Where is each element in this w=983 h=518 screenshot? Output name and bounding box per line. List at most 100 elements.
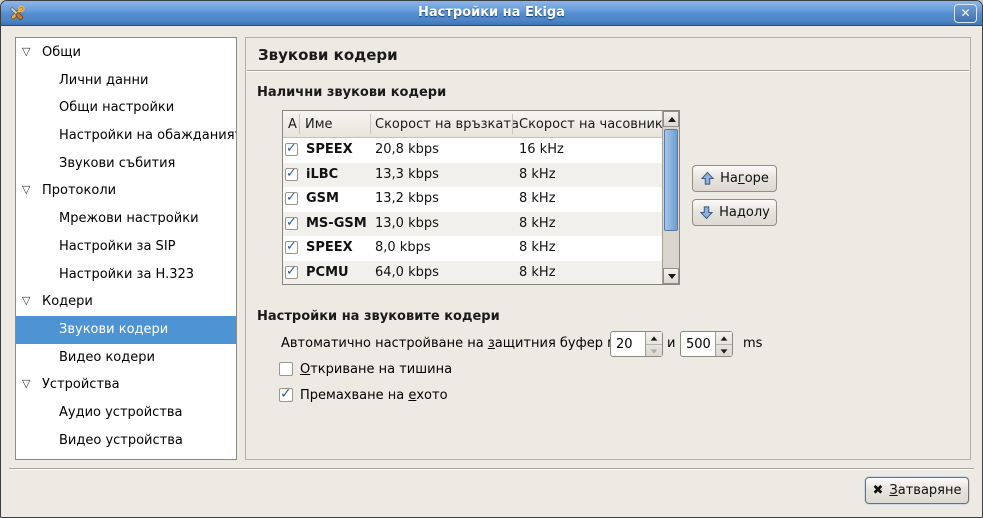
scroll-down-button[interactable] [663, 268, 679, 284]
codec-name: GSM [306, 191, 339, 206]
expander-icon[interactable]: ▽ [22, 377, 30, 391]
tree-item-zvukovi-sabitiya[interactable]: Звукови събития [16, 150, 236, 178]
buffer-min-input[interactable] [611, 332, 645, 356]
audio-codecs-page: Звукови кодери Налични звукови кодери A … [245, 37, 971, 460]
codec-clockrate: 8 kHz [519, 167, 556, 182]
footer-separator [9, 468, 974, 470]
tree-item-label: Кодери [42, 294, 93, 309]
codec-table-header: A Име Скорост на връзката Скорост на час… [283, 111, 663, 138]
tree-item-video-ustroystva[interactable]: Видео устройства [16, 427, 236, 455]
codec-bitrate: 20,8 kbps [375, 142, 439, 157]
tree-item-label: Звукови събития [59, 156, 175, 171]
window-close-button[interactable]: ✕ [954, 4, 977, 23]
spin-down-button[interactable] [716, 344, 732, 356]
column-divider [512, 114, 513, 134]
codec-row[interactable]: SPEEX 20,8 kbps 16 kHz [283, 138, 663, 163]
codec-name: iLBC [306, 167, 338, 182]
tree-item-video-koderi[interactable]: Видео кодери [16, 344, 236, 372]
spin-up-button[interactable] [646, 332, 662, 344]
move-up-button[interactable]: Нагоре [692, 165, 777, 192]
codec-enabled-checkbox[interactable] [285, 168, 298, 181]
codec-table-body: SPEEX 20,8 kbps 16 kHz iLBC 13,3 kbps 8 … [283, 138, 663, 284]
codec-row[interactable]: GSM 13,2 kbps 8 kHz [283, 187, 663, 212]
tree-item-label: Устройства [42, 377, 120, 392]
column-header-clockrate[interactable]: Скорост на часовника [519, 117, 671, 132]
codec-enabled-checkbox[interactable] [285, 266, 298, 279]
codec-clockrate: 8 kHz [519, 191, 556, 206]
spin-buttons [715, 332, 732, 356]
codec-name: MS-GSM [306, 216, 367, 231]
expander-icon[interactable]: ▽ [22, 183, 30, 197]
close-icon: ✕ [960, 6, 970, 20]
move-down-button[interactable]: Надолу [692, 199, 777, 226]
codec-clockrate: 8 kHz [519, 240, 556, 255]
tree-item-label: Настройки за SIP [59, 239, 176, 254]
echo-cancellation-checkbox[interactable] [279, 388, 293, 402]
tree-item-obshti[interactable]: ▽ Общи [16, 39, 236, 67]
window-title: Настройки на Ekiga [1, 5, 982, 20]
down-arrow-icon [699, 205, 714, 220]
codec-name: PCMU [306, 265, 349, 280]
table-scrollbar[interactable] [662, 111, 679, 284]
up-arrow-icon [700, 171, 715, 186]
titlebar[interactable]: Настройки на Ekiga ✕ [1, 1, 982, 26]
codec-bitrate: 64,0 kbps [375, 265, 439, 280]
column-divider [299, 114, 300, 134]
codec-row[interactable]: iLBC 13,3 kbps 8 kHz [283, 163, 663, 188]
codec-enabled-checkbox[interactable] [285, 241, 298, 254]
tree-item-nastroyki-h323[interactable]: Настройки за H.323 [16, 261, 236, 289]
codec-enabled-checkbox[interactable] [285, 192, 298, 205]
close-x-icon: ✖ [873, 483, 884, 498]
tree-item-lichni-danni[interactable]: Лични данни [16, 67, 236, 95]
available-codecs-label: Налични звукови кодери [257, 85, 446, 100]
scroll-up-button[interactable] [663, 111, 679, 127]
codec-clockrate: 8 kHz [519, 265, 556, 280]
tree-item-ustroystva[interactable]: ▽ Устройства [16, 371, 236, 399]
codec-enabled-checkbox[interactable] [285, 143, 298, 156]
scrollbar-thumb[interactable] [664, 129, 678, 231]
expander-icon[interactable]: ▽ [22, 294, 30, 308]
tree-item-label: Аудио устройства [59, 405, 183, 420]
tree-item-mrezhovi-nastroyki[interactable]: Мрежови настройки [16, 205, 236, 233]
tree-item-obshti-nastroyki[interactable]: Общи настройки [16, 94, 236, 122]
silence-detection-label: Откриване на тишина [300, 362, 452, 377]
echo-cancellation-label: Премахване на ехото [300, 388, 448, 403]
tree-item-koderi[interactable]: ▽ Кодери [16, 288, 236, 316]
buffer-max-input[interactable] [681, 332, 715, 356]
expander-icon[interactable]: ▽ [22, 45, 30, 59]
column-header-bitrate[interactable]: Скорост на връзката [375, 117, 519, 132]
codec-name: SPEEX [306, 240, 353, 255]
codec-bitrate: 8,0 kbps [375, 240, 431, 255]
tree-item-audio-ustroystva[interactable]: Аудио устройства [16, 399, 236, 427]
codec-row[interactable]: PCMU 64,0 kbps 8 kHz [283, 261, 663, 284]
codec-bitrate: 13,2 kbps [375, 191, 439, 206]
tree-item-label: Лични данни [59, 73, 148, 88]
preferences-tree: ▽ Общи Лични данни Общи настройки Настро… [15, 37, 237, 460]
up-arrow-icon [721, 336, 728, 340]
tree-item-label: Общи настройки [59, 100, 174, 115]
codec-enabled-checkbox[interactable] [285, 217, 298, 230]
jitter-buffer-label: Автоматично настройване на защитния буфе… [281, 331, 653, 357]
button-label: Нагоре [720, 171, 769, 186]
tree-item-zvukovi-koderi[interactable]: Звукови кодери [16, 316, 236, 344]
tree-item-label: Общи [42, 45, 81, 60]
down-arrow-icon [668, 274, 676, 279]
column-header-active[interactable]: A [288, 117, 297, 132]
codec-row[interactable]: SPEEX 8,0 kbps 8 kHz [283, 236, 663, 261]
title-separator [247, 70, 969, 72]
tree-item-nastroyki-obazhdaniya[interactable]: Настройки на обажданията [16, 122, 236, 150]
column-header-name[interactable]: Име [305, 117, 333, 132]
spin-down-button[interactable] [646, 344, 662, 356]
ms-unit-label: ms [743, 331, 762, 357]
tree-item-label: Протоколи [42, 183, 116, 198]
tree-item-label: Видео кодери [59, 350, 155, 365]
spin-up-button[interactable] [716, 332, 732, 344]
codec-table: A Име Скорост на връзката Скорост на час… [282, 110, 680, 285]
codec-name: SPEEX [306, 142, 353, 157]
silence-detection-checkbox[interactable] [279, 362, 293, 376]
tree-item-protokoli[interactable]: ▽ Протоколи [16, 177, 236, 205]
close-button[interactable]: ✖ Затваряне [865, 477, 969, 504]
codec-row[interactable]: MS-GSM 13,0 kbps 8 kHz [283, 212, 663, 237]
tree-item-nastroyki-sip[interactable]: Настройки за SIP [16, 233, 236, 261]
buffer-min-spinbutton [610, 331, 663, 357]
